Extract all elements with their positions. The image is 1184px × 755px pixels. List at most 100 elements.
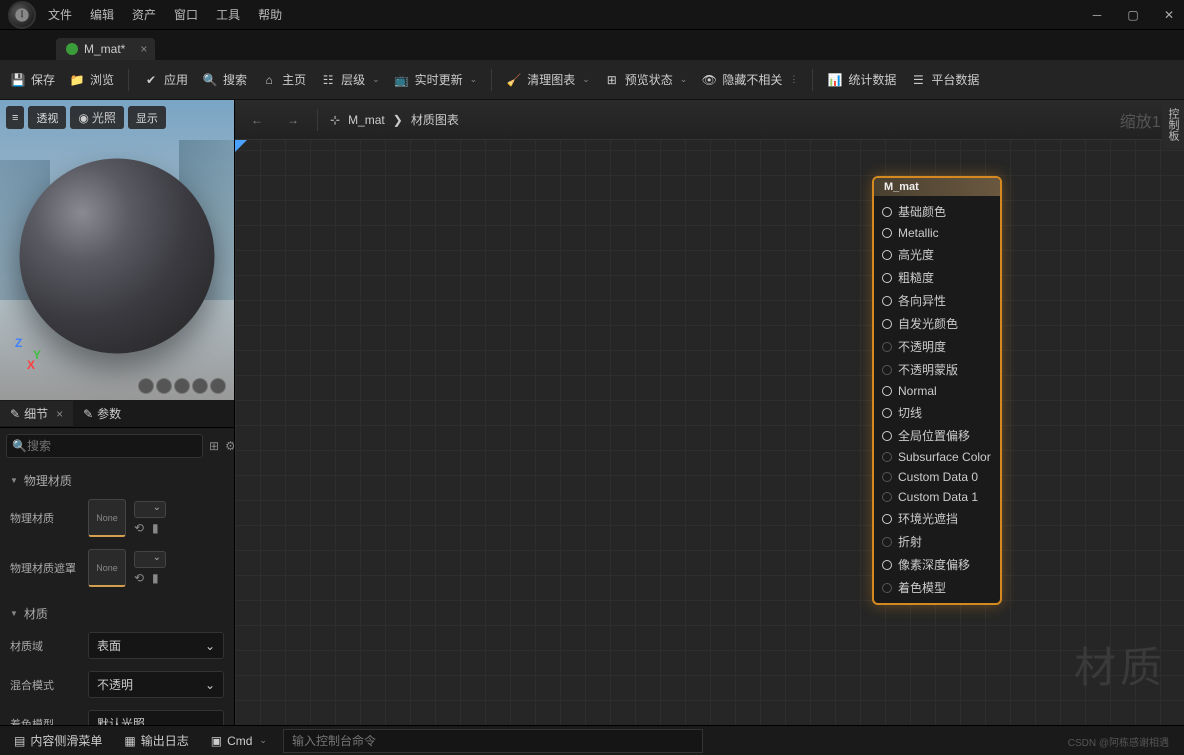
perspective-button[interactable]: 透视 — [28, 106, 66, 129]
crumb-current: 材质图表 — [411, 111, 459, 128]
cmd-dropdown[interactable]: ▣Cmd⌄ — [205, 731, 273, 751]
node-pin[interactable]: Custom Data 1 — [874, 487, 1000, 507]
browse-asset-icon[interactable]: ▮ — [152, 521, 166, 535]
content-drawer-button[interactable]: ▤内容侧滑菜单 — [8, 729, 108, 752]
search-input[interactable] — [6, 434, 203, 458]
section-header[interactable]: 物理材质 — [0, 468, 234, 493]
apply-button[interactable]: ✔应用 — [143, 71, 188, 88]
node-pin[interactable]: Subsurface Color — [874, 447, 1000, 467]
node-pin[interactable]: 切线 — [874, 401, 1000, 424]
graph-icon: ⊹ — [330, 113, 340, 127]
node-pin[interactable]: 粗糙度 — [874, 266, 1000, 289]
minimize-button[interactable]: ─ — [1090, 8, 1104, 22]
close-button[interactable]: ✕ — [1162, 8, 1176, 22]
section-header[interactable]: 材质 — [0, 601, 234, 626]
menu-window[interactable]: 窗口 — [174, 6, 198, 23]
menu-asset[interactable]: 资产 — [132, 6, 156, 23]
grid-view-button[interactable]: ⊞ — [209, 437, 219, 455]
nav-forward-button[interactable]: → — [281, 108, 305, 132]
menu-help[interactable]: 帮助 — [258, 6, 282, 23]
menu-edit[interactable]: 编辑 — [90, 6, 114, 23]
asset-dropdown[interactable] — [134, 501, 166, 518]
palette-tab[interactable]: 控制板 — [1162, 100, 1184, 149]
save-button[interactable]: 💾保存 — [10, 71, 55, 88]
pin-label: Custom Data 0 — [898, 470, 978, 484]
hide-unrelated-button[interactable]: 👁隐藏不相关⋮ — [701, 71, 798, 88]
pin-ring-icon — [882, 207, 892, 217]
node-pin[interactable]: 全局位置偏移 — [874, 424, 1000, 447]
material-output-node[interactable]: M_mat 基础颜色Metallic高光度粗糙度各向异性自发光颜色不透明度不透明… — [872, 176, 1002, 605]
pin-ring-icon — [882, 492, 892, 502]
domain-dropdown[interactable]: 表面⌄ — [88, 632, 224, 659]
browse-button[interactable]: 📁浏览 — [69, 71, 114, 88]
shape-cylinder-button[interactable] — [138, 378, 154, 394]
node-pin[interactable]: 自发光颜色 — [874, 312, 1000, 335]
prop-label: 着色模型 — [10, 716, 80, 726]
shape-plane-button[interactable] — [174, 378, 190, 394]
lit-button[interactable]: ◉光照 — [70, 106, 124, 129]
close-icon[interactable]: × — [56, 407, 63, 421]
hierarchy-button[interactable]: ☷层级⌄ — [320, 71, 380, 88]
shape-sphere-button[interactable] — [156, 378, 172, 394]
use-asset-icon[interactable]: ⟲ — [134, 571, 148, 585]
material-preview[interactable]: ≡ 透视 ◉光照 显示 Z Y X — [0, 100, 234, 400]
node-pin[interactable]: 折射 — [874, 530, 1000, 553]
browse-asset-icon[interactable]: ▮ — [152, 571, 166, 585]
tab-close-button[interactable]: × — [140, 42, 147, 56]
node-pin[interactable]: Metallic — [874, 223, 1000, 243]
shape-cube-button[interactable] — [192, 378, 208, 394]
unreal-logo-icon — [8, 1, 36, 29]
console-input[interactable] — [283, 729, 703, 753]
material-graph[interactable]: ← → ⊹ M_mat ❯ 材质图表 缩放1:1 M_mat 基础颜色Metal… — [235, 100, 1184, 725]
pin-label: Metallic — [898, 226, 939, 240]
blend-dropdown[interactable]: 不透明⌄ — [88, 671, 224, 698]
clean-graph-button[interactable]: 🧹清理图表⌄ — [506, 71, 590, 88]
preview-state-button[interactable]: ⊞预览状态⌄ — [604, 71, 688, 88]
divider — [128, 69, 129, 91]
tab-details[interactable]: ✎ 细节 × — [0, 401, 73, 426]
prop-shading-model: 着色模型 默认光照⌄ — [0, 704, 234, 725]
prop-label: 材质域 — [10, 638, 80, 654]
node-pin[interactable]: 各向异性 — [874, 289, 1000, 312]
pin-label: 折射 — [898, 533, 922, 550]
pin-label: 不透明度 — [898, 338, 946, 355]
preview-menu-button[interactable]: ≡ — [6, 106, 24, 129]
asset-thumbnail[interactable]: None — [88, 499, 126, 537]
node-pin[interactable]: 着色模型 — [874, 576, 1000, 599]
asset-dropdown[interactable] — [134, 551, 166, 568]
node-pin[interactable]: 不透明蒙版 — [874, 358, 1000, 381]
node-pin[interactable]: 高光度 — [874, 243, 1000, 266]
node-pin[interactable]: 不透明度 — [874, 335, 1000, 358]
node-pin[interactable]: 像素深度偏移 — [874, 553, 1000, 576]
pin-ring-icon — [882, 386, 892, 396]
show-button[interactable]: 显示 — [128, 106, 166, 129]
stats-button[interactable]: 📊统计数据 — [827, 71, 896, 88]
search-button[interactable]: 🔍搜索 — [202, 71, 247, 88]
crumb-root[interactable]: M_mat — [348, 113, 385, 127]
node-pin[interactable]: 环境光遮挡 — [874, 507, 1000, 530]
output-log-button[interactable]: ▦输出日志 — [118, 729, 194, 752]
node-pin[interactable]: Normal — [874, 381, 1000, 401]
platform-button[interactable]: ☰平台数据 — [910, 71, 979, 88]
settings-button[interactable]: ⚙ — [225, 437, 234, 455]
shape-mesh-button[interactable] — [210, 378, 226, 394]
search-row: 🔍 ⊞ ⚙ — [0, 428, 234, 464]
home-button[interactable]: ⌂主页 — [261, 71, 306, 88]
stats-icon: 📊 — [827, 72, 843, 88]
document-tab[interactable]: M_mat* × — [56, 38, 155, 60]
prop-controls: ⟲ ▮ — [134, 551, 166, 585]
node-pin[interactable]: 基础颜色 — [874, 200, 1000, 223]
menu-file[interactable]: 文件 — [48, 6, 72, 23]
node-pin[interactable]: Custom Data 0 — [874, 467, 1000, 487]
asset-thumbnail[interactable]: None — [88, 549, 126, 587]
nav-back-button[interactable]: ← — [245, 108, 269, 132]
shading-dropdown[interactable]: 默认光照⌄ — [88, 710, 224, 725]
pin-ring-icon — [882, 583, 892, 593]
home-icon: ⌂ — [261, 72, 277, 88]
maximize-button[interactable]: ▢ — [1126, 8, 1140, 22]
use-asset-icon[interactable]: ⟲ — [134, 521, 148, 535]
pencil-icon: ✎ — [83, 407, 93, 421]
live-update-button[interactable]: 📺实时更新⌄ — [394, 71, 478, 88]
menu-tools[interactable]: 工具 — [216, 6, 240, 23]
tab-parameters[interactable]: ✎ 参数 — [73, 401, 131, 426]
